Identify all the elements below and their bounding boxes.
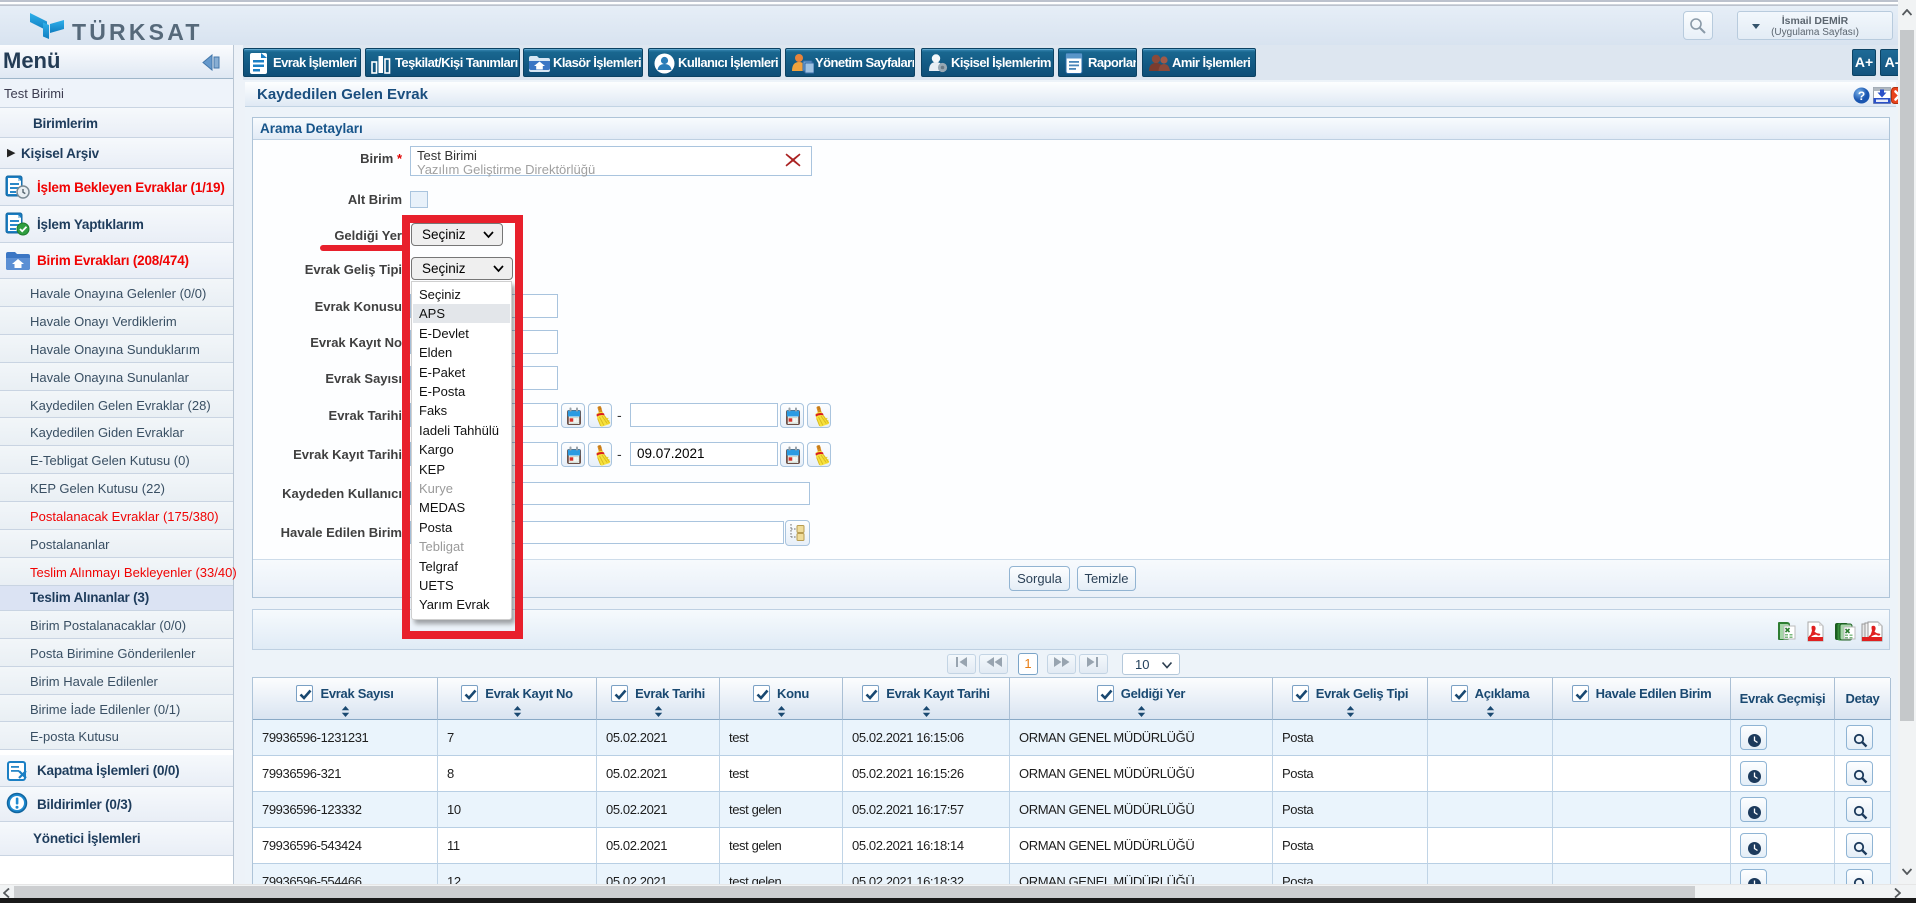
svg-text:?: ?	[1858, 89, 1865, 103]
